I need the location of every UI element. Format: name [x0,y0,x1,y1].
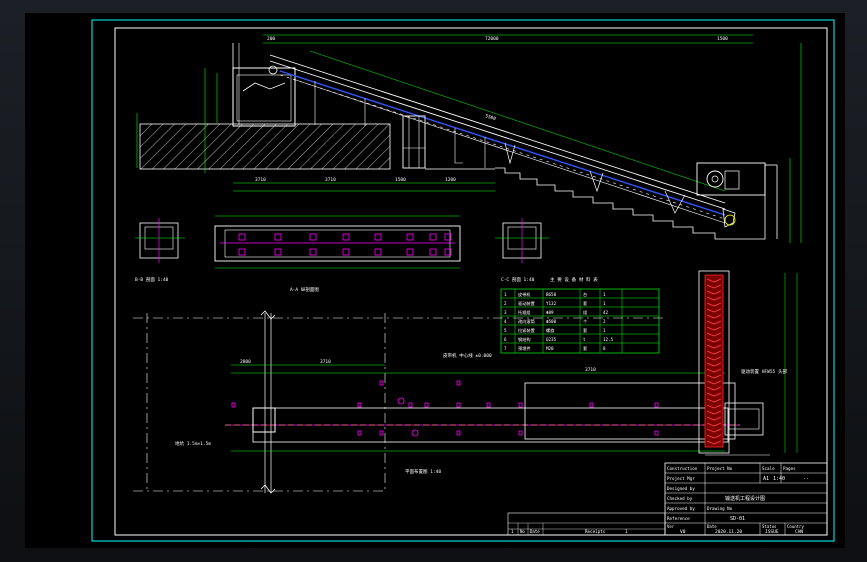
table-cell: 3 [504,310,507,315]
tb-row4: Checked by [667,496,693,501]
table-cell: 改向滚筒 [518,318,535,325]
head-pulley [706,170,724,188]
table-cell: t [583,337,586,342]
table-cell: 托辊组 [518,309,531,316]
rev-receipts: Receipts [585,529,606,534]
dim-plan-mid: 3710 [320,359,331,365]
tb-project-label: Project No [707,466,733,471]
cad-viewport[interactable]: 72000 1500 200 5500 3710 3710 1500 1200 … [0,0,867,562]
mid-tower [402,115,426,169]
table-cell: 皮带机 [518,291,531,298]
tb-pages-value: -- [803,476,809,482]
table-cell: 6 [504,337,507,342]
dim-lower-c: 1500 [395,177,406,183]
tb-status: ISSUE [765,529,779,535]
table-cell: 钢结构 [518,336,531,343]
tb-country: CHN [795,529,803,535]
table-cell: 42 [603,310,609,315]
table-cell: 套 [583,327,588,334]
tb-drawing-no-label: Drawing No [707,506,733,511]
table-cell: Φ500 [546,319,557,324]
table-cell: 1 [603,292,606,297]
tb-row2: Project Mgr [667,476,695,481]
table-title: 主 要 设 备 材 料 表 [550,276,598,283]
table-cell: 个 [583,319,588,324]
table-cell: 4 [504,319,507,324]
table-cell: 1 [504,292,507,297]
plan-note: 皮带机 中心线 ±0.000 [443,352,492,359]
table-cell: 套 [583,345,588,352]
dim-lower-d: 1200 [445,177,456,183]
tb-pages-label: Pages [783,466,796,471]
table-cell: 12.5 [603,337,614,342]
tb-date-label: Date [707,524,717,529]
dim-top-left: 200 [267,36,275,42]
tb-row5: Approved by [667,506,695,511]
tail-frame [232,67,296,127]
material-table: 主 要 设 备 材 料 表 1 皮带机 B650 台 1 2 驱动装置 Y132 套 1 3 托辊组 Φ… [500,276,660,354]
tb-scale-value: 1:40 [773,476,785,482]
table-cell: B650 [546,292,557,297]
dim-lower-b: 3710 [325,177,336,183]
table-cell: Q235 [546,337,557,342]
table-cell: 台 [583,291,587,298]
table-cell: 2 [603,319,606,324]
section-b-label: B-B 剖面 1:40 [135,276,169,283]
ground-hatch [139,123,391,170]
table-cell: 套 [583,300,588,307]
table-cell: 预埋件 [518,345,531,352]
tb-sheet-value: A1 [763,476,769,482]
tb-country-label: Country [787,524,804,529]
dim-incline: 5500 [484,113,496,122]
dim-plan-span: 3710 [585,367,596,373]
section-a-pit: A-A 纵剖面图 [214,215,461,293]
pit-steps [495,165,766,240]
drawing-sheet: 72000 1500 200 5500 3710 3710 1500 1200 … [25,13,845,548]
table-cell: 1 [603,328,606,333]
section-c: C-C 剖面 1:40 [495,218,549,283]
section-c-label: C-C 剖面 1:40 [501,276,535,283]
table-cell: 组 [583,309,587,315]
plan-view: 2800 3710 3710 皮带机 中心线 ±0.000 地坑 1.5m×1.… [133,310,740,494]
dim-top-span: 72000 [485,36,499,42]
table-cell: Φ89 [546,310,554,315]
tb-project-name: 输送机工程设计图 [725,495,765,502]
right-note: 驱动装置 HFW55 头部 [741,368,787,375]
rev-c1: 1 [511,529,514,534]
rev-count: 1 [625,529,628,534]
table-cell: 螺旋 [546,327,555,334]
rev-c3: Date [530,529,540,534]
plan-title: 平面布置图 1:40 [405,468,441,475]
table-cell: M20 [546,346,554,351]
dim-plan-left: 2800 [240,359,251,365]
tb-row3: Designed by [667,486,695,491]
tb-row6: Reference [667,516,690,521]
table-cell: 5 [504,328,507,333]
tb-drawing-no: SD-01 [730,516,745,522]
tb-version: V0 [680,529,686,535]
dim-lower-a: 3710 [255,177,266,183]
section-a-label: A-A 纵剖面图 [290,286,319,293]
title-block: Construction Project Mgr Designed by Che… [507,462,828,536]
drive-detail: 驱动装置 HFW55 头部 [698,270,798,456]
table-cell: 驱动装置 [518,300,535,307]
table-cell: Y132 [546,301,557,306]
tb-version-label: Ver [667,524,675,529]
tb-status-label: Status [762,524,777,529]
table-cell: 2 [504,301,507,306]
tb-row1: Construction [667,466,698,471]
left-note: 地坑 1.5m×1.5m [175,440,211,447]
tb-scale-label: Scale [762,466,775,471]
section-b: B-B 剖面 1:40 [135,218,185,283]
dim-top-right: 1500 [717,36,728,42]
idler-column [704,274,724,448]
drawing-canvas[interactable]: 72000 1500 200 5500 3710 3710 1500 1200 … [25,13,845,548]
tb-date: 2020.11.20 [715,529,742,535]
table-cell: 拉紧装置 [518,327,535,334]
elevation-view: 72000 1500 200 5500 3710 3710 1500 1200 [136,34,802,243]
rev-c2: No [520,529,525,534]
table-cell: 8 [603,346,606,351]
table-cell: 1 [603,301,606,306]
table-cell: 7 [504,346,507,351]
